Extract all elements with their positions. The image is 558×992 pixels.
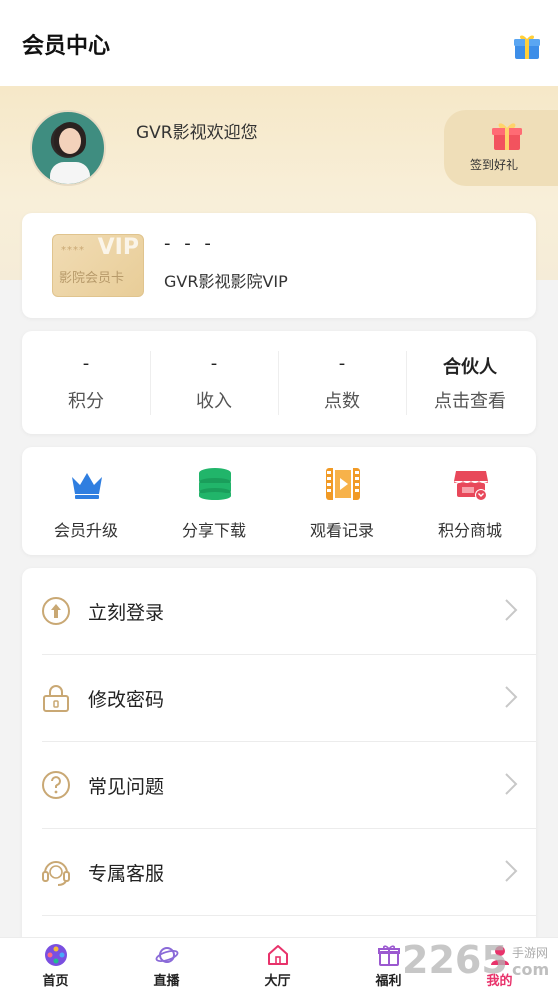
- planet-icon: [155, 947, 179, 963]
- page-title: 会员中心: [22, 34, 111, 59]
- stat-points[interactable]: - 积分: [22, 331, 150, 434]
- divider: [42, 915, 536, 916]
- film-icon: [326, 468, 360, 500]
- vip-badge: **** VIP 影院会员卡: [52, 234, 144, 297]
- vip-card[interactable]: **** VIP 影院会员卡 - - - GVR影视影院VIP: [22, 213, 536, 318]
- upload-circle-icon: [42, 597, 70, 625]
- tab-label: 直播: [153, 974, 180, 989]
- gift-icon: [492, 123, 522, 150]
- stat-value: -: [210, 353, 218, 374]
- stat-income[interactable]: - 收入: [150, 331, 278, 434]
- question-circle-icon: [42, 771, 70, 799]
- menu-item-change-password[interactable]: 修改密码: [22, 655, 536, 742]
- menu-item-label: 修改密码: [88, 689, 165, 711]
- checkin-label: 签到好礼: [469, 158, 518, 172]
- chevron-right-icon: [505, 599, 518, 621]
- shortcut-label: 会员升级: [53, 521, 118, 540]
- menu-item-label: 专属客服: [88, 863, 165, 885]
- chevron-right-icon: [505, 860, 518, 882]
- home-icon: [268, 945, 288, 965]
- vip-badge-name: 影院会员卡: [59, 271, 125, 286]
- stat-value: -: [82, 353, 90, 374]
- shortcut-share-download[interactable]: 分享下载: [150, 447, 278, 555]
- headset-icon: [42, 861, 70, 886]
- shortcut-label: 分享下载: [181, 521, 246, 540]
- top-bar: 会员中心: [0, 0, 558, 86]
- stat-label: 积分: [68, 391, 104, 412]
- chevron-right-icon: [505, 773, 518, 795]
- watermark-domain: com: [512, 960, 550, 979]
- database-icon: [199, 468, 231, 500]
- film-reel-icon: [45, 944, 67, 966]
- checkin-button[interactable]: 签到好礼: [444, 110, 558, 186]
- shortcut-label: 积分商城: [437, 521, 502, 540]
- shortcut-label: 观看记录: [309, 521, 374, 540]
- tab-live[interactable]: 直播: [111, 938, 222, 992]
- menu-item-label: 常见问题: [88, 776, 165, 798]
- tab-home[interactable]: 首页: [0, 938, 111, 992]
- stat-label: 点击查看: [434, 391, 506, 412]
- stat-credits[interactable]: - 点数: [278, 331, 406, 434]
- store-icon: [454, 471, 488, 501]
- vip-badge-stars: ****: [61, 245, 85, 256]
- watermark-site: 手游网: [512, 946, 549, 960]
- menu-item-customer-service[interactable]: 专属客服: [22, 829, 536, 916]
- crown-icon: [72, 473, 102, 499]
- menu-item-faq[interactable]: 常见问题: [22, 742, 536, 829]
- stat-value: -: [338, 353, 346, 374]
- stat-partner[interactable]: 合伙人 点击查看: [406, 331, 534, 434]
- vip-badge-vip: VIP: [97, 235, 139, 260]
- avatar[interactable]: [30, 110, 106, 186]
- vip-status: - - -: [164, 233, 215, 254]
- shortcut-points-mall[interactable]: 积分商城: [406, 447, 534, 555]
- shortcuts-card: 会员升级 分享下载 观看记录 积分商城: [22, 447, 536, 555]
- shortcut-vip-upgrade[interactable]: 会员升级: [22, 447, 150, 555]
- tab-label: 首页: [42, 974, 69, 989]
- gift-box-icon[interactable]: [512, 32, 542, 62]
- tab-hall[interactable]: 大厅: [222, 938, 333, 992]
- menu-item-label: 立刻登录: [88, 602, 165, 624]
- gift-icon: [378, 945, 400, 966]
- stat-label: 点数: [324, 391, 360, 412]
- watermark-brand: 2265: [402, 938, 508, 982]
- settings-menu: 立刻登录 修改密码 常见问题 专属客服: [22, 568, 536, 948]
- shortcut-watch-history[interactable]: 观看记录: [278, 447, 406, 555]
- stat-label: 收入: [196, 391, 232, 412]
- stat-value: 合伙人: [443, 357, 497, 378]
- lock-icon: [43, 685, 69, 712]
- tab-label: 大厅: [264, 974, 291, 989]
- vip-plan: GVR影视影院VIP: [164, 272, 288, 291]
- menu-item-login[interactable]: 立刻登录: [22, 568, 536, 655]
- stats-card: - 积分 - 收入 - 点数 合伙人 点击查看: [22, 331, 536, 434]
- chevron-right-icon: [505, 686, 518, 708]
- welcome-text: GVR影视欢迎您: [136, 123, 258, 143]
- watermark-logo: 2265 手游网 com: [402, 938, 558, 988]
